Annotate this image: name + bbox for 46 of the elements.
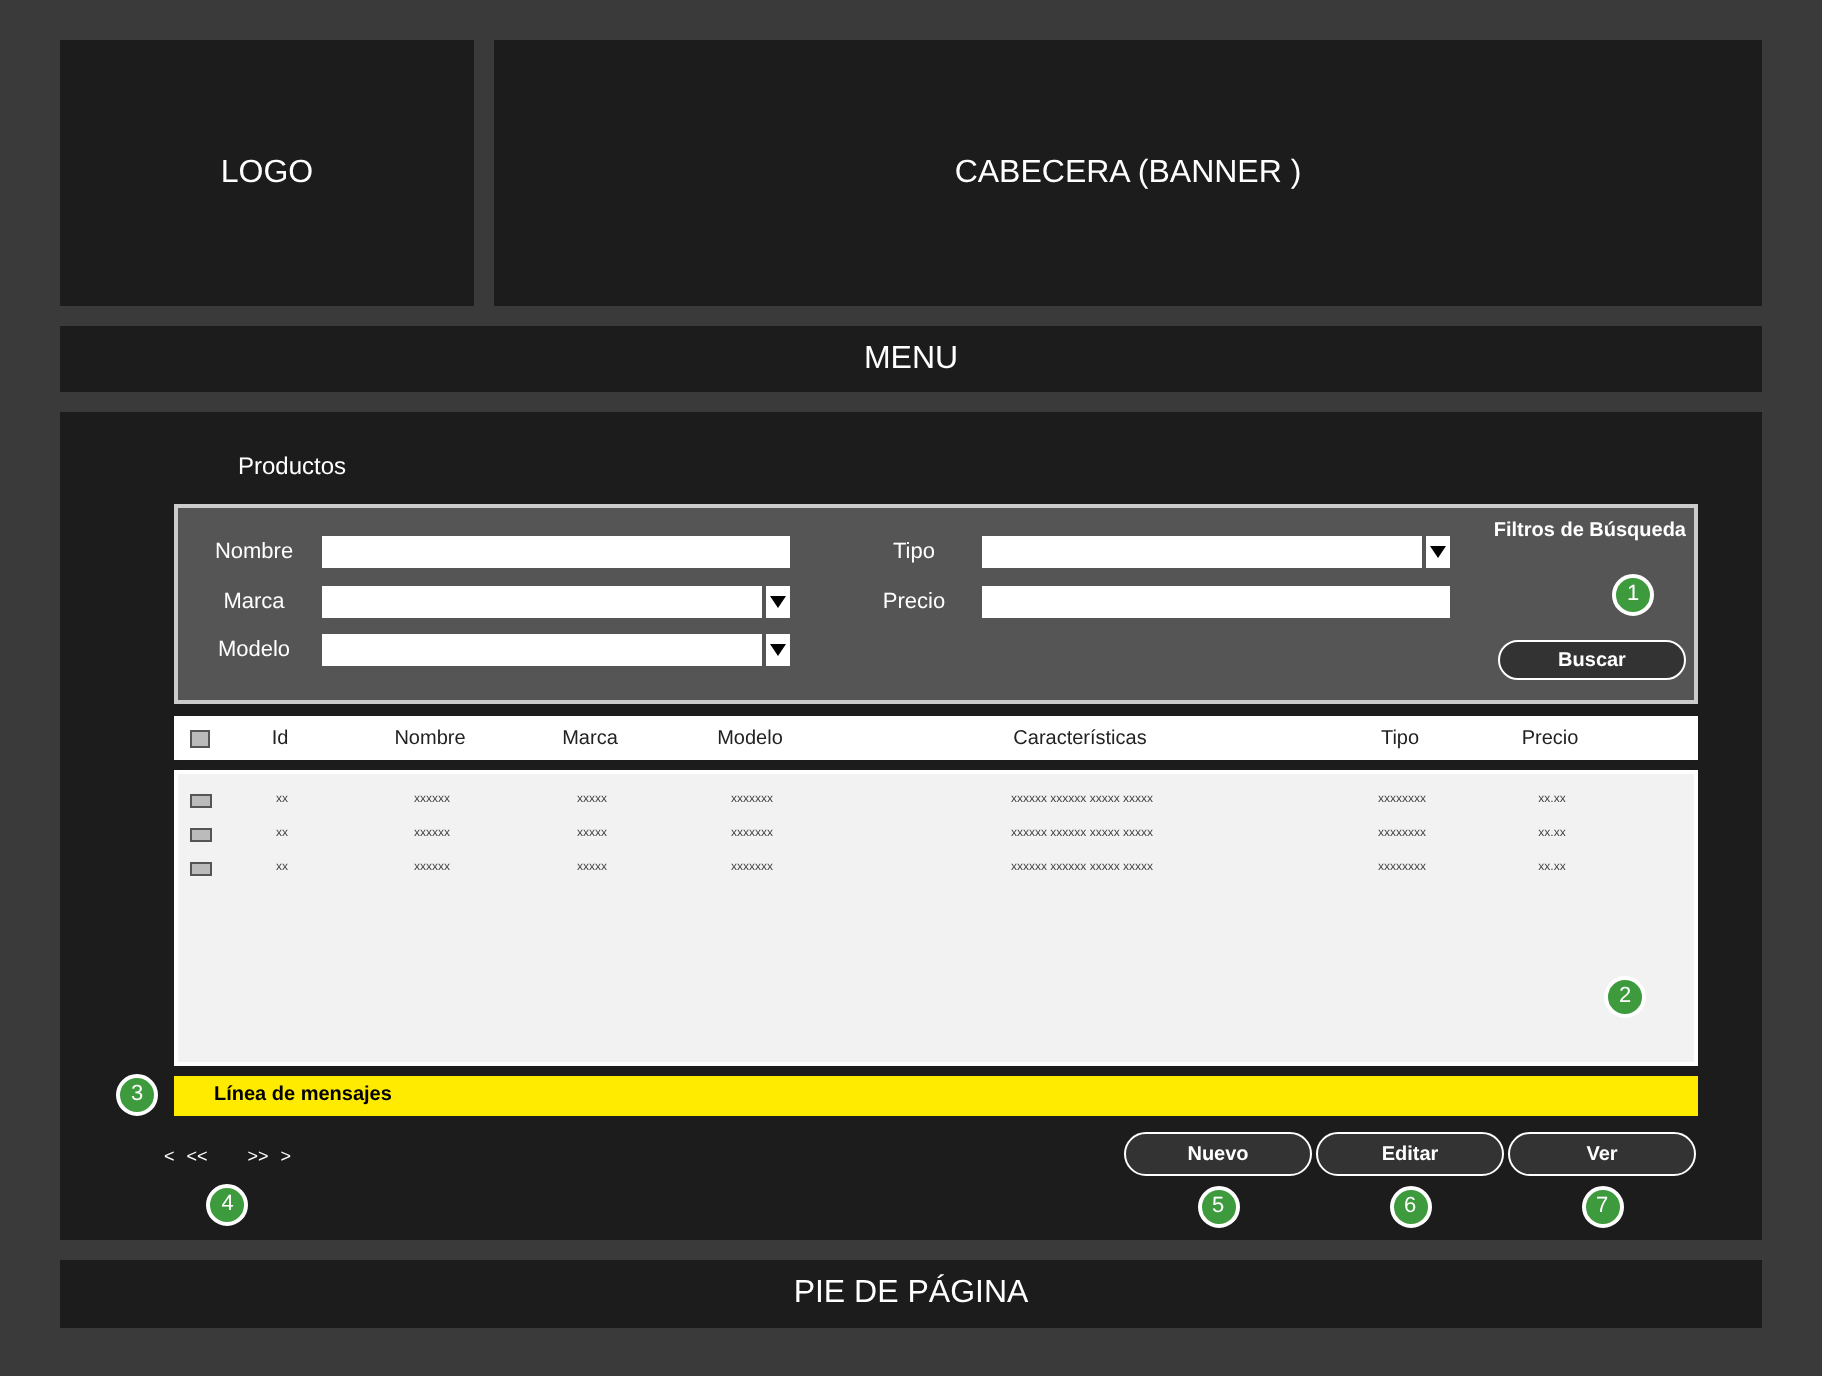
dropdown-arrow-icon [1422, 536, 1450, 569]
field-label: Precio [880, 587, 948, 617]
column-header: Características [1011, 725, 1149, 753]
number-badge: 6 [1389, 1186, 1431, 1228]
pagination-link[interactable]: >> [247, 1144, 269, 1171]
input-field[interactable] [322, 536, 790, 569]
field-label: Tipo [891, 538, 937, 568]
dropdown-field[interactable] [322, 634, 790, 667]
menu-bar[interactable]: MENU [60, 326, 1762, 392]
section-title: Productos [238, 450, 349, 484]
column-header: Modelo [715, 725, 785, 753]
number-badge: 3 [116, 1074, 158, 1116]
column-header: Marca [560, 725, 620, 753]
column-header: Tipo [1378, 725, 1422, 753]
search-button[interactable]: Buscar [1498, 640, 1686, 680]
dropdown-arrow-icon [762, 585, 790, 618]
action-button[interactable]: Nuevo [1124, 1132, 1312, 1176]
action-button[interactable]: Ver [1508, 1132, 1696, 1176]
number-badge: 7 [1581, 1186, 1623, 1228]
column-header: Precio [1519, 725, 1581, 753]
column-header: Id [269, 725, 291, 753]
checkbox[interactable] [190, 828, 212, 842]
dropdown-arrow-icon [762, 634, 790, 667]
dropdown-field[interactable] [982, 536, 1450, 569]
pagination-link[interactable]: > [280, 1144, 292, 1171]
filters-title: Filtros de Búsqueda [1493, 518, 1686, 546]
pagination-link[interactable]: < [164, 1144, 175, 1171]
header-banner: CABECERA (BANNER ) [494, 40, 1762, 306]
checkbox[interactable] [190, 729, 210, 747]
checkbox[interactable] [190, 794, 212, 808]
footer-bar: PIE DE PÁGINA [60, 1260, 1762, 1328]
field-label: Marca [221, 587, 287, 617]
number-badge: 1 [1612, 574, 1654, 616]
message-bar: Línea de mensajes [174, 1075, 1698, 1115]
field-label: Nombre [212, 538, 296, 568]
checkbox[interactable] [190, 862, 212, 876]
logo-panel: LOGO [60, 40, 474, 306]
input-field[interactable] [982, 585, 1450, 618]
field-label: Modelo [215, 636, 293, 666]
number-badge: 5 [1197, 1186, 1239, 1228]
number-badge: 2 [1604, 976, 1646, 1018]
dropdown-field[interactable] [322, 585, 790, 618]
number-badge: 4 [206, 1183, 249, 1225]
action-button[interactable]: Editar [1316, 1132, 1504, 1176]
pagination-link[interactable]: << [186, 1144, 208, 1171]
column-header: Nombre [392, 725, 468, 753]
